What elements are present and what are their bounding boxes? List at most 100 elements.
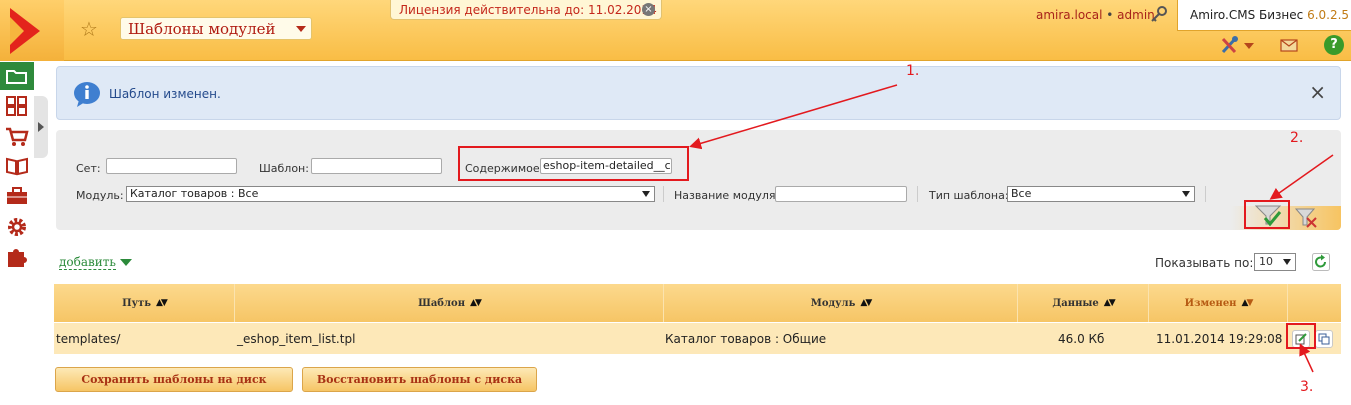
top-header: ☆ Шаблоны модулей Лицензия действительна… (0, 0, 1351, 61)
set-input[interactable] (106, 158, 237, 174)
table-row[interactable]: templates/ _eshop_item_list.tpl Каталог … (54, 323, 1341, 354)
column-label: Данные (1052, 297, 1099, 309)
section-selector[interactable]: Шаблоны модулей (120, 17, 312, 40)
sort-icon[interactable]: ▲▼ (156, 298, 168, 308)
column-label: Шаблон (418, 297, 466, 309)
save-templates-button[interactable]: Сохранить шаблоны на диск (55, 367, 293, 392)
folder-icon (6, 70, 27, 84)
copy-button[interactable] (1315, 330, 1333, 348)
chevron-down-icon (296, 26, 306, 32)
module-name-input[interactable] (775, 186, 907, 202)
copy-icon (1318, 333, 1330, 345)
chevron-down-icon (1283, 259, 1291, 265)
cart-icon (6, 127, 29, 146)
sidebar-item-folders[interactable] (0, 62, 34, 90)
filter-panel: Сет: Шаблон: Содержимое: eshop-item-deta… (56, 130, 1341, 230)
user-info: amira.local • admin (1036, 8, 1155, 22)
sort-icon[interactable]: ▲▼ (1242, 298, 1254, 308)
column-header-actions (1288, 284, 1341, 322)
divider (917, 186, 918, 202)
refresh-icon[interactable] (1312, 253, 1330, 271)
column-header-data[interactable]: Данные ▲▼ (1018, 284, 1149, 322)
column-label: Модуль (810, 297, 856, 309)
module-select[interactable]: Каталог товаров : Все (126, 186, 655, 202)
brand-title: Amiro.CMS Бизнес (1190, 8, 1304, 22)
license-banner: Лицензия действительна до: 11.02.2014 × (390, 0, 662, 20)
info-icon (74, 82, 100, 107)
brand-box: Amiro.CMS Бизнес 6.0.2.5 (1177, 0, 1351, 31)
mail-icon[interactable] (1280, 39, 1298, 52)
sidebar-item-plugins[interactable] (0, 242, 34, 270)
sidebar-item-settings[interactable] (0, 212, 34, 240)
close-icon[interactable]: × (1309, 80, 1326, 104)
column-header-path[interactable]: Путь ▲▼ (54, 284, 235, 322)
license-text: Лицензия действительна до: 11.02.2014 (399, 3, 657, 17)
logo-notch (10, 17, 24, 45)
sort-icon[interactable]: ▲▼ (860, 298, 872, 308)
sidebar-item-shop[interactable] (0, 122, 34, 150)
divider (663, 186, 664, 202)
book-icon (6, 157, 28, 176)
success-notice: Шаблон изменен. × (56, 66, 1341, 120)
tools-icon[interactable] (1220, 35, 1256, 55)
annotation-box-filter (1244, 200, 1290, 229)
per-page-label: Показывать по: (1155, 256, 1254, 270)
module-select-value: Каталог товаров : Все (130, 187, 259, 200)
cell-module: Каталог товаров : Общие (665, 332, 827, 346)
brand-name: Amiro.CMS Бизнес 6.0.2.5 (1190, 8, 1349, 22)
column-label: Изменен (1184, 297, 1237, 309)
template-type-select[interactable]: Все (1007, 186, 1195, 202)
sort-icon[interactable]: ▲▼ (1104, 298, 1116, 308)
column-label: Путь (122, 297, 151, 309)
puzzle-icon (8, 249, 27, 267)
cell-template: _eshop_item_list.tpl (237, 332, 356, 346)
chevron-down-icon (1182, 191, 1190, 197)
cell-size: 46.0 Кб (1058, 332, 1105, 346)
template-label: Шаблон: (259, 162, 309, 175)
cell-path: templates/ (56, 332, 121, 346)
star-icon[interactable]: ☆ (80, 17, 98, 41)
close-icon[interactable]: × (642, 3, 655, 16)
template-type-value: Все (1011, 187, 1032, 200)
sidebar-item-business[interactable] (0, 182, 34, 210)
module-label: Модуль: (76, 189, 124, 202)
user-separator: • (1102, 8, 1118, 22)
sidebar-item-content[interactable] (0, 152, 34, 180)
sidebar-item-modules[interactable] (0, 92, 34, 120)
annotation-label-1: 1. (906, 63, 920, 79)
chevron-down-icon[interactable] (120, 259, 132, 266)
annotation-box-content (458, 146, 689, 181)
cell-modified: 11.01.2014 19:29:08 (1156, 332, 1283, 346)
set-label: Сет: (76, 162, 101, 175)
sidebar-toggle[interactable] (34, 96, 48, 158)
filter-reset-icon[interactable] (1294, 203, 1318, 229)
briefcase-icon (7, 187, 27, 204)
sort-icon[interactable]: ▲▼ (470, 298, 482, 308)
sidebar (0, 62, 34, 272)
per-page-value: 10 (1259, 255, 1273, 268)
key-icon[interactable] (1150, 5, 1168, 23)
divider (1205, 186, 1206, 202)
notice-text: Шаблон изменен. (109, 87, 221, 101)
table-header: Путь ▲▼ Шаблон ▲▼ Модуль ▲▼ Данные ▲▼ Измене… (54, 284, 1341, 322)
annotation-box-edit (1286, 323, 1316, 349)
section-title: Шаблоны модулей (128, 20, 276, 38)
column-header-template[interactable]: Шаблон ▲▼ (235, 284, 664, 322)
column-header-module[interactable]: Модуль ▲▼ (664, 284, 1018, 322)
template-type-label: Тип шаблона: (929, 189, 1009, 202)
annotation-label-2: 2. (1290, 130, 1304, 146)
help-icon[interactable]: ? (1324, 35, 1344, 55)
brand-version: 6.0.2.5 (1307, 8, 1350, 22)
template-input[interactable] (311, 158, 442, 174)
restore-templates-button[interactable]: Восстановить шаблоны с диска (302, 367, 537, 392)
column-header-modified[interactable]: Изменен ▲▼ (1149, 284, 1288, 322)
grid-icon (6, 96, 27, 116)
per-page-select[interactable]: 10 (1254, 253, 1296, 271)
annotation-label-3: 3. (1300, 379, 1314, 395)
logo[interactable] (0, 0, 64, 61)
chevron-right-icon (38, 122, 44, 132)
user-host-link[interactable]: amira.local (1036, 8, 1102, 22)
gear-icon (8, 218, 26, 236)
add-button[interactable]: добавить (59, 255, 116, 270)
module-name-label: Название модуля: (674, 189, 780, 202)
